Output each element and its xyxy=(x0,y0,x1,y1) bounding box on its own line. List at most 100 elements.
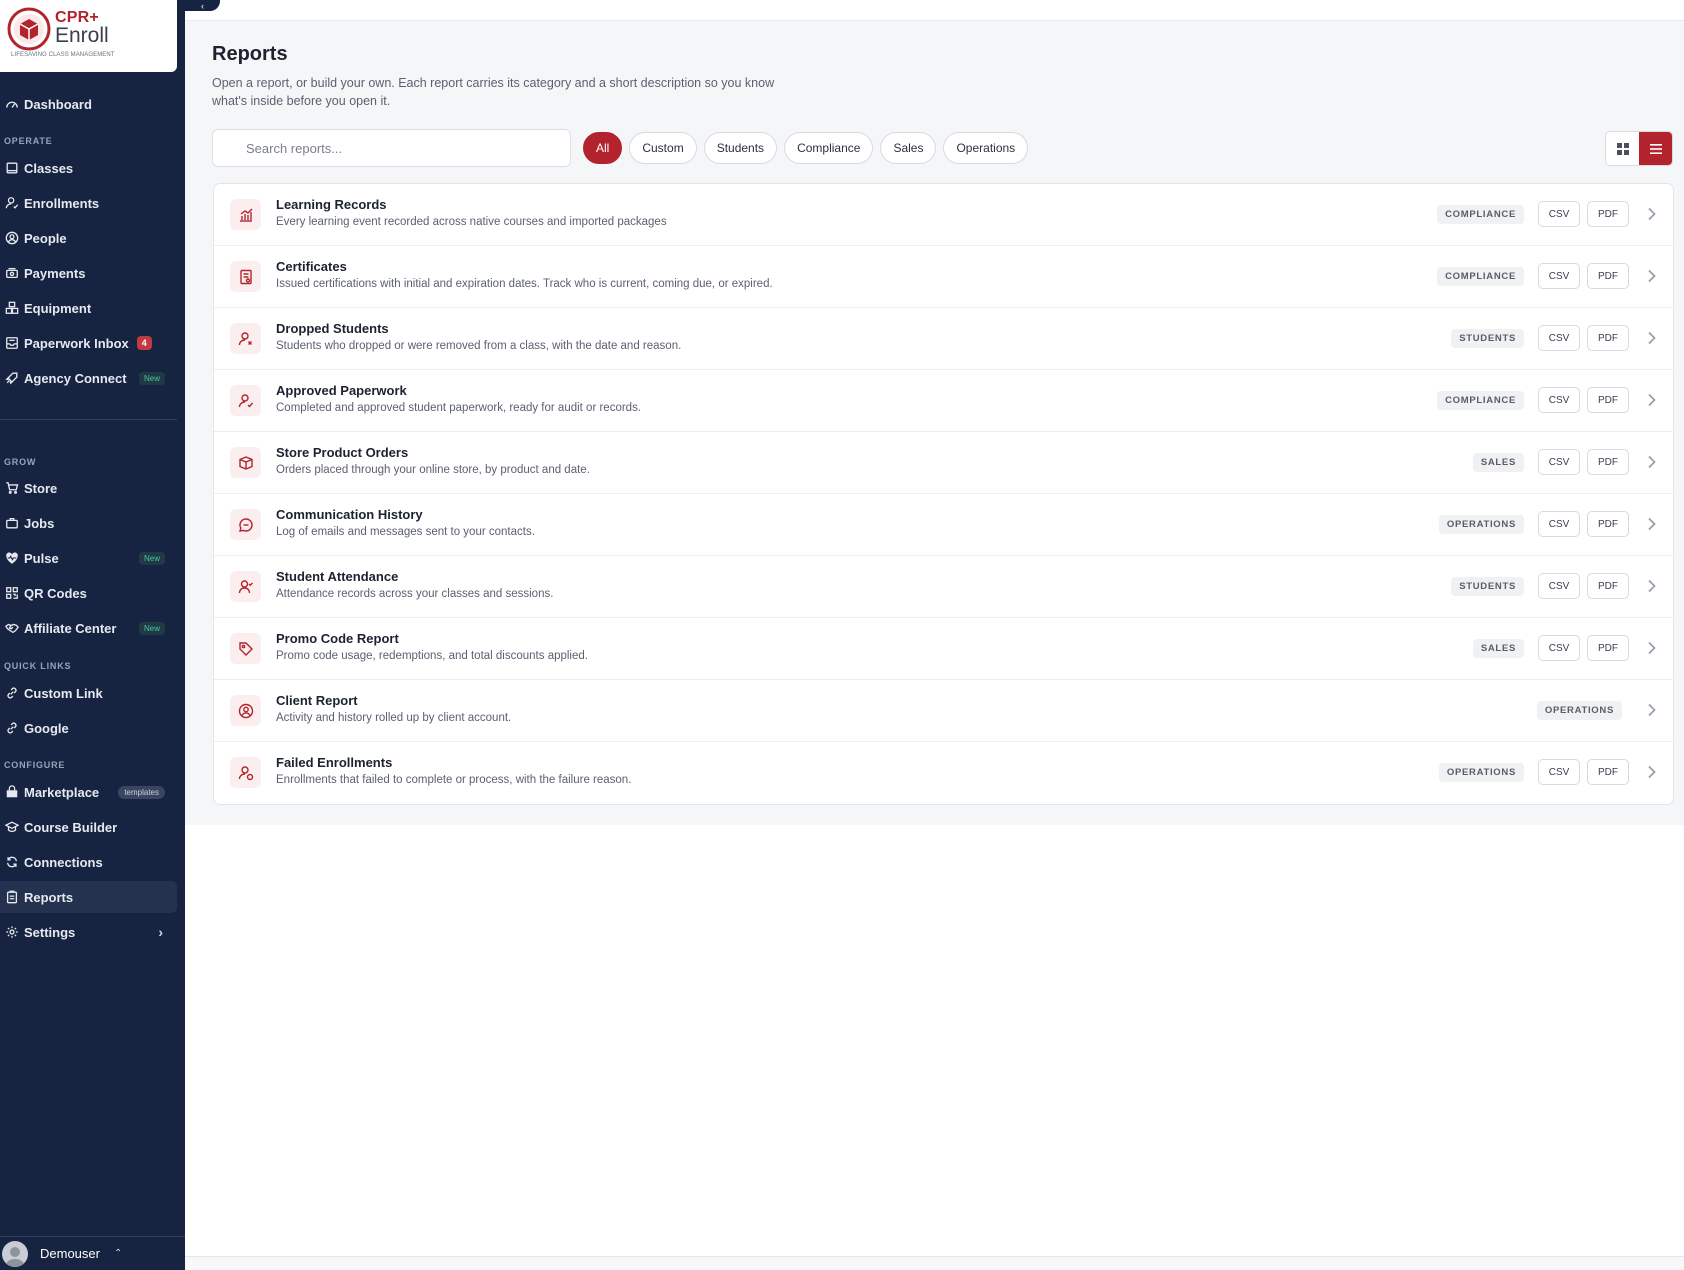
chevron-right-icon[interactable] xyxy=(1641,517,1661,531)
report-row-communication-history[interactable]: Communication History Log of emails and … xyxy=(214,494,1673,556)
sidebar-item-settings[interactable]: Settings › xyxy=(0,916,177,948)
chevron-right-icon[interactable] xyxy=(1641,393,1661,407)
filter-chip-all[interactable]: All xyxy=(583,132,623,164)
sidebar-item-custom-link[interactable]: Custom Link xyxy=(0,677,177,709)
package-icon xyxy=(230,447,261,478)
sidebar-item-dashboard[interactable]: Dashboard xyxy=(0,88,177,120)
chevron-right-icon[interactable] xyxy=(1641,455,1661,469)
sidebar-item-label: Pulse xyxy=(24,550,59,566)
sidebar-item-enrollments[interactable]: Enrollments xyxy=(0,187,177,219)
sidebar-item-people[interactable]: People xyxy=(0,222,177,254)
pdf-export-button[interactable]: PDF xyxy=(1587,263,1629,289)
shop-icon xyxy=(4,785,19,800)
user-check-icon xyxy=(230,385,261,416)
sidebar-collapse-toggle[interactable]: ‹ xyxy=(185,0,220,11)
filter-chips: All Custom Students Compliance Sales Ope… xyxy=(583,132,1029,164)
sidebar-item-connections[interactable]: Connections xyxy=(0,846,177,878)
sidebar-item-pulse[interactable]: Pulse New xyxy=(0,542,177,574)
page-description: Open a report, or build your own. Each r… xyxy=(212,76,775,108)
pdf-export-button[interactable]: PDF xyxy=(1587,201,1629,227)
filter-chip-compliance[interactable]: Compliance xyxy=(784,132,874,164)
user-alert-icon xyxy=(230,757,261,788)
tag-icon xyxy=(230,633,261,664)
csv-export-button[interactable]: CSV xyxy=(1538,263,1580,289)
csv-export-button[interactable]: CSV xyxy=(1538,201,1580,227)
cash-icon xyxy=(4,266,19,281)
report-row-certificates[interactable]: Certificates Issued certifications with … xyxy=(214,246,1673,308)
sidebar-item-agency-connect[interactable]: Agency Connect New xyxy=(0,362,177,394)
sidebar-item-store[interactable]: Store xyxy=(0,472,177,504)
grid-view-button[interactable] xyxy=(1606,132,1639,165)
csv-export-button[interactable]: CSV xyxy=(1538,325,1580,351)
sidebar-item-reports[interactable]: Reports xyxy=(0,881,177,913)
report-row-store-product-orders[interactable]: Store Product Orders Orders placed throu… xyxy=(214,432,1673,494)
sidebar-item-equipment[interactable]: Equipment xyxy=(0,292,177,324)
cart-icon xyxy=(4,481,19,496)
sidebar-item-classes[interactable]: Classes xyxy=(0,152,177,184)
brand-logo[interactable]: CPR+ Enroll LIFESAVING CLASS MANAGEMENT xyxy=(0,0,177,72)
category-badge: COMPLIANCE xyxy=(1437,266,1524,286)
csv-export-button[interactable]: CSV xyxy=(1538,573,1580,599)
filter-chip-sales[interactable]: Sales xyxy=(880,132,937,164)
sidebar-item-label: Jobs xyxy=(24,515,55,531)
csv-export-button[interactable]: CSV xyxy=(1538,635,1580,661)
chevron-right-icon[interactable] xyxy=(1641,269,1661,283)
category-badge: STUDENTS xyxy=(1451,576,1524,596)
pdf-export-button[interactable]: PDF xyxy=(1587,449,1629,475)
filter-chip-operations[interactable]: Operations xyxy=(943,132,1029,164)
report-row-approved-paperwork[interactable]: Approved Paperwork Completed and approve… xyxy=(214,370,1673,432)
report-row-failed-enrollments[interactable]: Failed Enrollments Enrollments that fail… xyxy=(214,742,1673,804)
search-input[interactable] xyxy=(212,129,571,167)
logo-tagline: LIFESAVING CLASS MANAGEMENT xyxy=(11,52,115,58)
chevron-right-icon[interactable] xyxy=(1641,641,1661,655)
sidebar-item-label: Affiliate Center xyxy=(24,620,117,636)
filter-chip-custom[interactable]: Custom xyxy=(629,132,697,164)
pdf-export-button[interactable]: PDF xyxy=(1587,573,1629,599)
report-row-promo-code-report[interactable]: Promo Code Report Promo code usage, rede… xyxy=(214,618,1673,680)
chevron-right-icon: › xyxy=(158,924,163,940)
new-badge: New xyxy=(138,551,165,565)
sidebar-item-qr-codes[interactable]: QR Codes xyxy=(0,577,177,609)
csv-export-button[interactable]: CSV xyxy=(1538,759,1580,785)
sidebar-item-payments[interactable]: Payments xyxy=(0,257,177,289)
csv-export-button[interactable]: CSV xyxy=(1538,511,1580,537)
chevron-right-icon[interactable] xyxy=(1641,765,1661,779)
sidebar-item-course-builder[interactable]: Course Builder xyxy=(0,811,177,843)
sidebar-item-affiliate-center[interactable]: Affiliate Center New xyxy=(0,612,177,644)
report-row-learning-records[interactable]: Learning Records Every learning event re… xyxy=(214,184,1673,246)
pdf-export-button[interactable]: PDF xyxy=(1587,387,1629,413)
chart-icon xyxy=(230,199,261,230)
category-badge: STUDENTS xyxy=(1451,328,1524,348)
user-attendance-icon xyxy=(230,571,261,602)
list-view-button[interactable] xyxy=(1639,132,1672,165)
csv-export-button[interactable]: CSV xyxy=(1538,449,1580,475)
report-row-dropped-students[interactable]: Dropped Students Students who dropped or… xyxy=(214,308,1673,370)
csv-export-button[interactable]: CSV xyxy=(1538,387,1580,413)
chevron-right-icon[interactable] xyxy=(1641,331,1661,345)
chevron-right-icon[interactable] xyxy=(1641,703,1661,717)
page-footer xyxy=(185,1256,1684,1270)
list-icon xyxy=(1649,143,1662,154)
sidebar-item-paperwork-inbox[interactable]: Paperwork Inbox 4 xyxy=(0,327,177,359)
sidebar-item-label: Payments xyxy=(24,265,86,281)
report-description: Completed and approved student paperwork… xyxy=(276,402,642,414)
graduation-icon xyxy=(4,820,19,835)
report-description: Activity and history rolled up by client… xyxy=(276,712,512,724)
sidebar-item-google[interactable]: Google xyxy=(0,712,177,744)
pdf-export-button[interactable]: PDF xyxy=(1587,511,1629,537)
report-title: Certificates xyxy=(276,259,347,274)
pdf-export-button[interactable]: PDF xyxy=(1587,635,1629,661)
user-menu[interactable]: Demouser ⌃ xyxy=(0,1236,185,1270)
report-row-student-attendance[interactable]: Student Attendance Attendance records ac… xyxy=(214,556,1673,618)
category-badge: OPERATIONS xyxy=(1438,762,1524,782)
gauge-icon xyxy=(4,97,19,112)
sidebar-item-jobs[interactable]: Jobs xyxy=(0,507,177,539)
chevron-right-icon[interactable] xyxy=(1641,579,1661,593)
sidebar-item-marketplace[interactable]: Marketplace templates xyxy=(0,776,177,808)
report-row-client-report[interactable]: Client Report Activity and history rolle… xyxy=(214,680,1673,742)
page-title: Reports xyxy=(212,43,288,65)
pdf-export-button[interactable]: PDF xyxy=(1587,325,1629,351)
filter-chip-students[interactable]: Students xyxy=(703,132,778,164)
chevron-right-icon[interactable] xyxy=(1641,207,1661,221)
pdf-export-button[interactable]: PDF xyxy=(1587,759,1629,785)
